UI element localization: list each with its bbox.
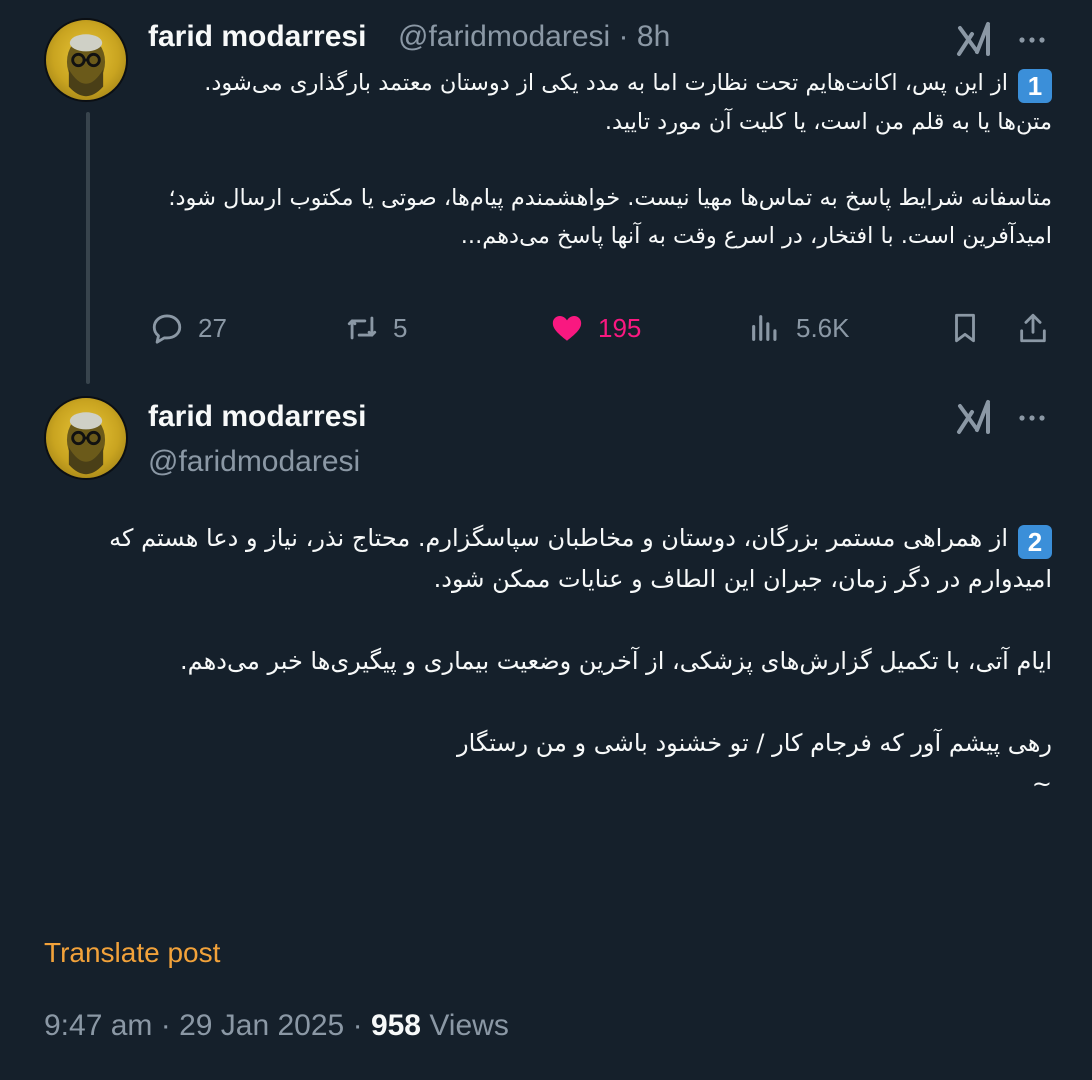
like-icon [552, 315, 582, 341]
reply-count: 27 [198, 312, 227, 343]
thread-connector-line [86, 112, 90, 384]
bookmark-button[interactable] [948, 306, 996, 350]
views-button[interactable]: 5.6K [748, 306, 850, 350]
like-count: 195 [598, 312, 642, 343]
separator-dot: · [352, 1009, 363, 1042]
translate-post-link[interactable]: Translate post [44, 937, 220, 969]
grok-icon[interactable] [955, 398, 993, 436]
separator-dot: · [618, 20, 629, 53]
reply-icon [152, 314, 182, 344]
more-icon[interactable] [1016, 402, 1048, 434]
grok-icon[interactable] [955, 20, 993, 58]
share-icon [1020, 313, 1046, 343]
avatar[interactable] [44, 18, 128, 102]
author-handle[interactable]: @faridmodaresi [398, 20, 610, 53]
more-icon[interactable] [1016, 24, 1048, 56]
post-metadata: 9:47 am · 29 Jan 2025 · 958 Views [44, 1009, 509, 1043]
number-badge: 1 [1018, 69, 1052, 103]
author-handle[interactable]: @faridmodaresi [148, 445, 360, 479]
repost-icon [347, 316, 377, 340]
avatar[interactable] [44, 396, 128, 480]
tweet-text: 1از این پس، اکانت‌هایم تحت نظارت اما به … [150, 64, 1052, 255]
tweet-body: از همراهی مستمر بزرگان، دوستان و مخاطبان… [109, 524, 1052, 798]
post-date[interactable]: 29 Jan 2025 [179, 1009, 344, 1042]
views-label: Views [429, 1009, 509, 1042]
tweet-time[interactable]: 8h [637, 20, 670, 53]
tweet-body: از این پس، اکانت‌هایم تحت نظارت اما به م… [168, 70, 1052, 249]
reply-button[interactable]: 27 [150, 306, 227, 350]
repost-button[interactable]: 5 [345, 306, 407, 350]
number-badge: 2 [1018, 525, 1052, 559]
repost-count: 5 [393, 312, 408, 343]
bookmark-icon [955, 313, 975, 343]
author-name[interactable]: farid modarresi [148, 20, 366, 54]
views-count: 5.6K [796, 312, 850, 343]
author-handle-line: @faridmodaresi · 8h [398, 20, 670, 54]
like-button[interactable]: 195 [550, 306, 641, 350]
post-time[interactable]: 9:47 am [44, 1009, 152, 1042]
author-name[interactable]: farid modarresi [148, 400, 366, 434]
tweet-text: 2از همراهی مستمر بزرگان، دوستان و مخاطبا… [40, 518, 1052, 805]
separator-dot: · [160, 1009, 171, 1042]
views-icon [752, 315, 777, 341]
share-button[interactable] [1016, 306, 1064, 350]
views-count: 958 [370, 1009, 421, 1042]
